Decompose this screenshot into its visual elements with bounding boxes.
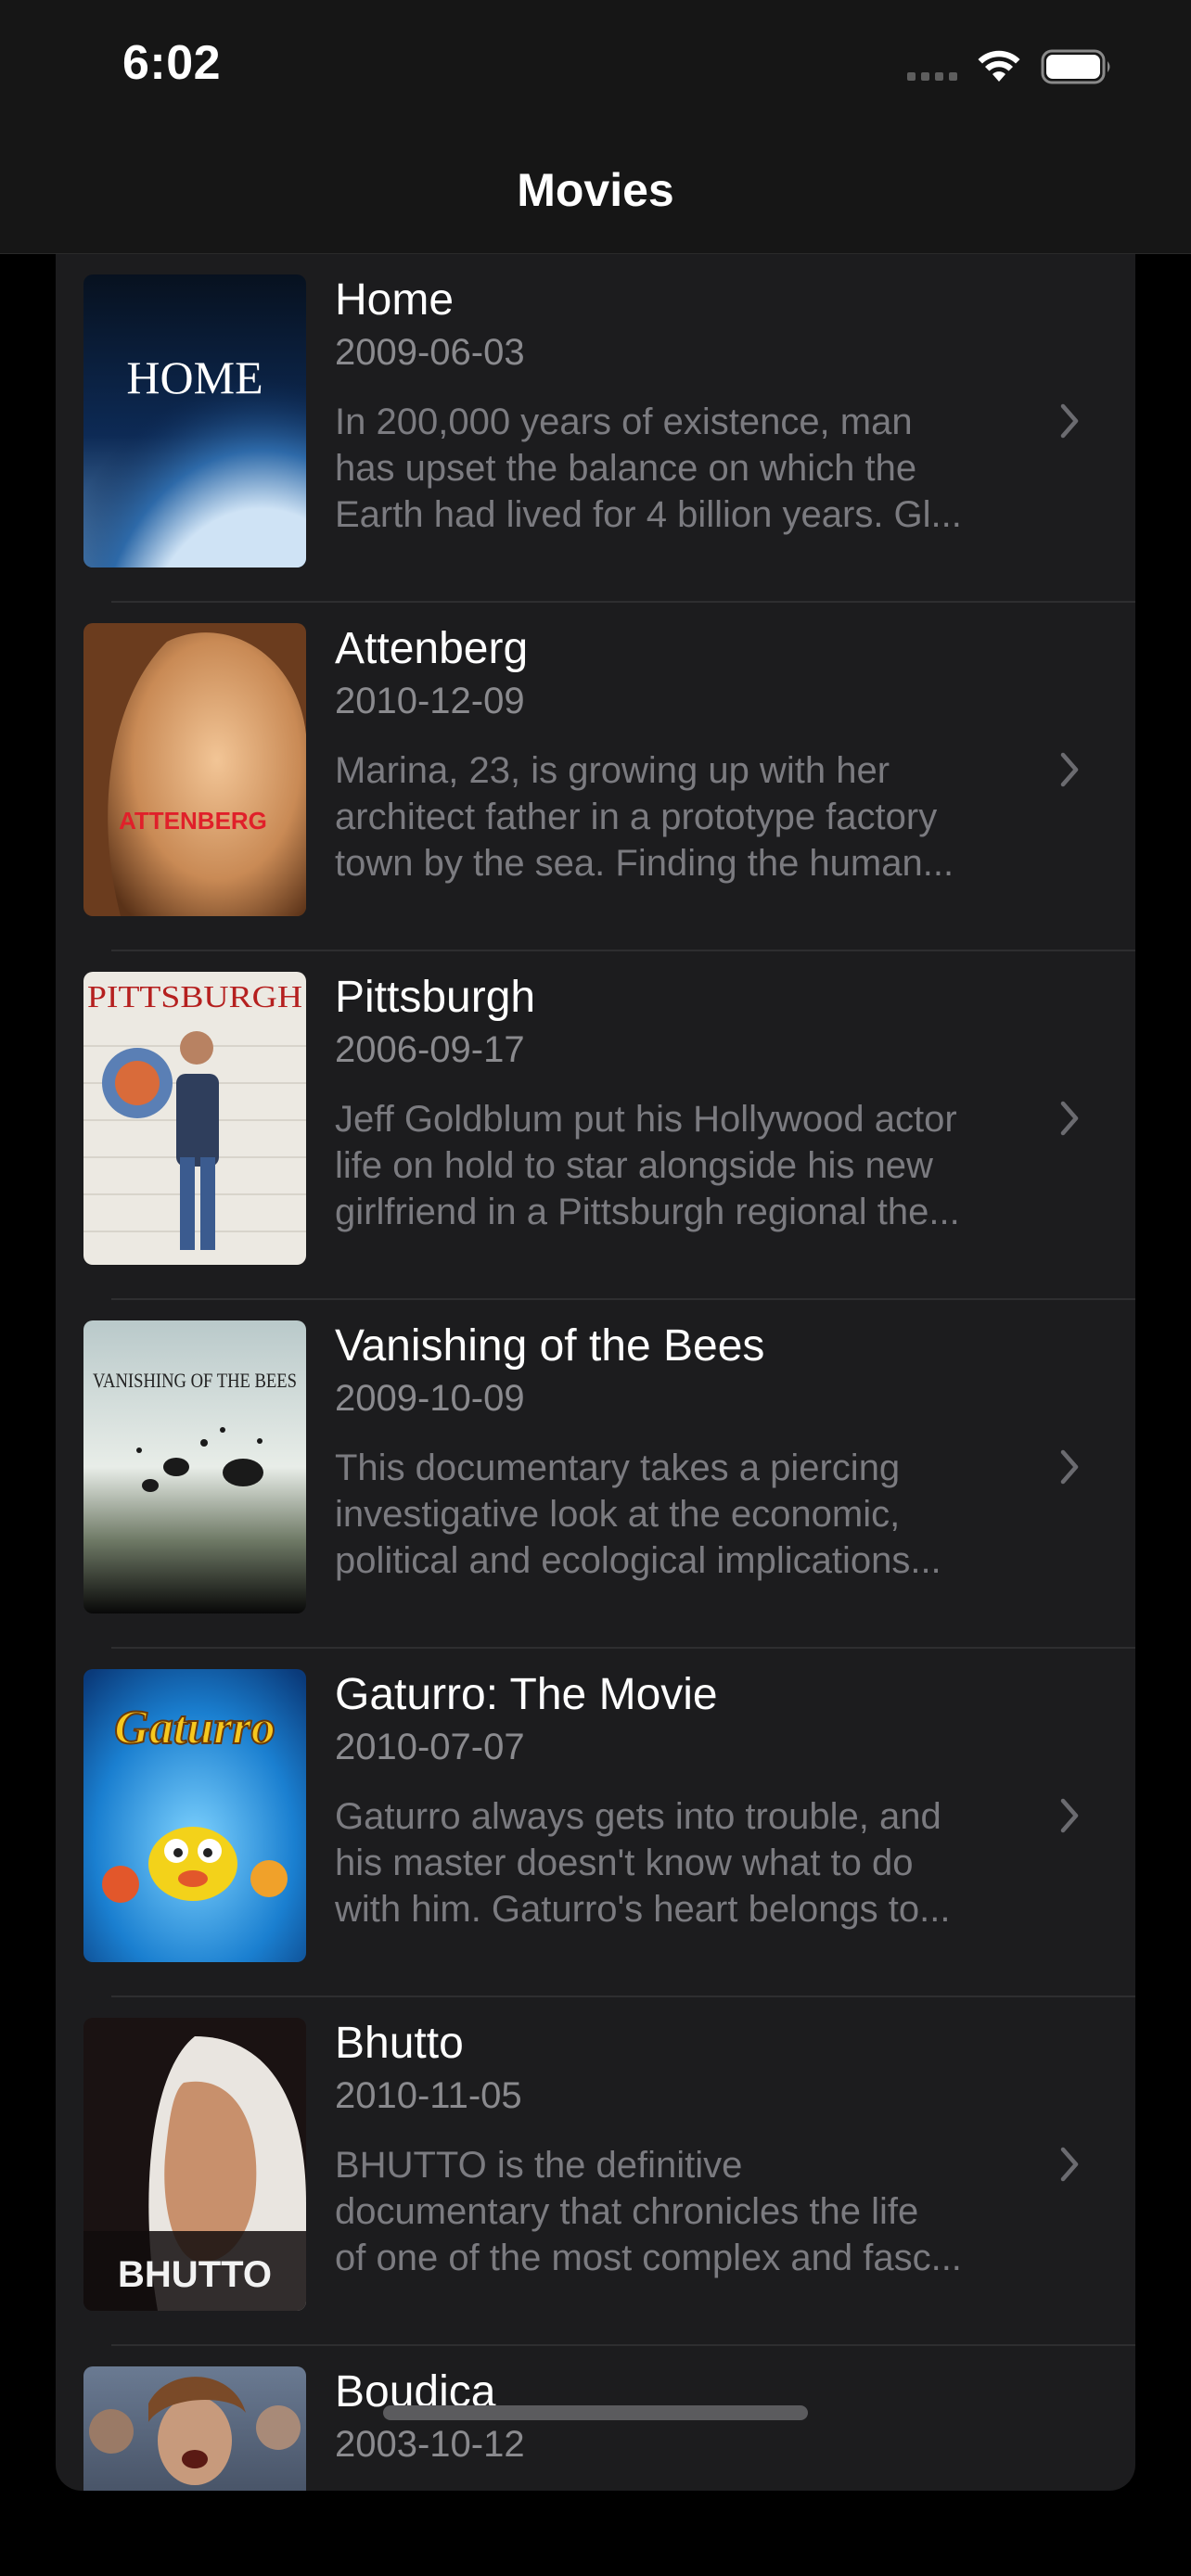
status-time: 6:02 bbox=[122, 36, 222, 90]
movie-release-date: 2006-09-17 bbox=[335, 1029, 525, 1070]
movie-release-date: 2010-12-09 bbox=[335, 681, 525, 721]
chevron-right-icon bbox=[1060, 2147, 1079, 2182]
movie-poster: VANISHING OF THE BEES bbox=[83, 1320, 306, 1613]
poster-title-text: ATTENBERG bbox=[119, 807, 267, 835]
movie-row-pittsburgh[interactable]: PITTSBURGH Pittsburgh 2006-09-17 Jeff Go… bbox=[56, 951, 1135, 1300]
movie-overview: This documentary takes a piercing investi… bbox=[335, 1447, 941, 1581]
poster-title-text: BHUTTO bbox=[118, 2254, 272, 2295]
movie-row-vanishing-of-the-bees[interactable]: VANISHING OF THE BEES Vanishing of the B… bbox=[56, 1300, 1135, 1649]
movie-release-date: 2010-07-07 bbox=[335, 1727, 525, 1767]
movie-release-date: 2009-06-03 bbox=[335, 332, 525, 373]
movie-poster: HOME bbox=[83, 274, 306, 567]
status-icons bbox=[907, 46, 1113, 87]
movie-poster: ATTENBERG bbox=[83, 623, 306, 916]
poster-title-text: PITTSBURGH bbox=[87, 980, 302, 1014]
movie-row-gaturro[interactable]: Gaturro Gaturro: The Movie 2010-07-07 Ga… bbox=[56, 1649, 1135, 1997]
chevron-right-icon bbox=[1060, 403, 1079, 439]
chevron-right-icon bbox=[1060, 1101, 1079, 1136]
page-title: Movies bbox=[517, 164, 674, 216]
poster-title-text: Gaturro bbox=[114, 1702, 275, 1754]
movie-row-attenberg[interactable]: ATTENBERG Attenberg 2010-12-09 Marina, 2… bbox=[56, 603, 1135, 951]
movie-overview: Gaturro always gets into trouble, and his… bbox=[335, 1796, 951, 1930]
home-indicator[interactable] bbox=[383, 2405, 808, 2420]
movie-title: Gaturro: The Movie bbox=[335, 1670, 718, 1719]
movie-row-bhutto[interactable]: BHUTTO Bhutto 2010-11-05 BHUTTO is the d… bbox=[56, 1997, 1135, 2346]
chevron-right-icon bbox=[1060, 1449, 1079, 1485]
movie-poster: BHUTTO bbox=[83, 2018, 306, 2311]
poster-title-text: VANISHING OF THE BEES bbox=[93, 1369, 297, 1392]
movie-release-date: 2009-10-09 bbox=[335, 1378, 525, 1419]
movie-poster: PITTSBURGH bbox=[83, 972, 306, 1265]
movie-title: Vanishing of the Bees bbox=[335, 1321, 765, 1371]
movie-overview: Marina, 23, is growing up with her archit… bbox=[335, 750, 954, 884]
poster-title-text: HOME bbox=[126, 351, 263, 403]
chevron-right-icon bbox=[1060, 1798, 1079, 1833]
navigation-bar: 6:02 Movies bbox=[0, 0, 1191, 254]
movie-title: Home bbox=[335, 275, 455, 325]
movie-release-date: 2003-10-12 bbox=[335, 2424, 525, 2465]
movie-release-date: 2010-11-05 bbox=[335, 2075, 522, 2116]
movie-title: Bhutto bbox=[335, 2019, 464, 2068]
movie-poster: Gaturro bbox=[83, 1669, 306, 1962]
movie-overview: BHUTTO is the definitive documentary that… bbox=[335, 2145, 962, 2278]
movie-title: Pittsburgh bbox=[335, 973, 536, 1022]
chevron-right-icon bbox=[1060, 752, 1079, 787]
screen: 6:02 Movies HOME Home 2009-06-03 In 200,… bbox=[0, 0, 1191, 2576]
movie-row-home[interactable]: HOME Home 2009-06-03 In 200,000 years of… bbox=[56, 254, 1135, 603]
movie-overview: In 200,000 years of existence, man has up… bbox=[335, 402, 962, 535]
movie-overview: Jeff Goldblum put his Hollywood actor lif… bbox=[335, 1099, 960, 1232]
wifi-icon bbox=[978, 50, 1020, 82]
cellular-signal-icon bbox=[907, 53, 957, 81]
movie-title: Attenberg bbox=[335, 624, 529, 673]
movie-list[interactable]: HOME Home 2009-06-03 In 200,000 years of… bbox=[56, 254, 1135, 2491]
movie-poster bbox=[83, 2366, 306, 2491]
battery-icon bbox=[1041, 49, 1110, 84]
